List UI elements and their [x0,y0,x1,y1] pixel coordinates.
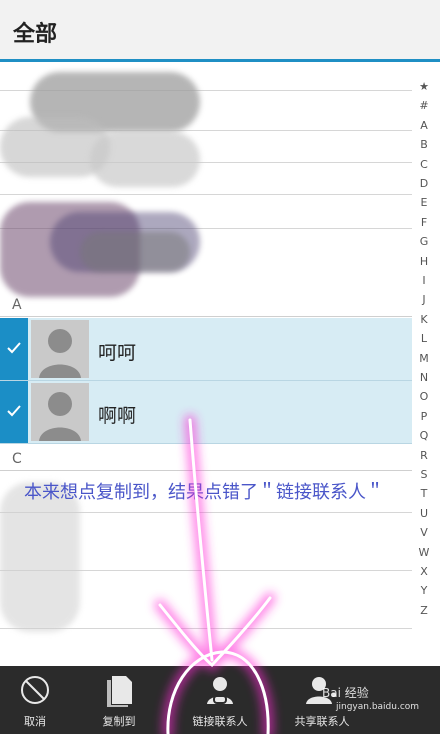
index-letter[interactable]: U [412,507,436,520]
index-letter[interactable]: K [412,313,436,326]
person-placeholder-icon [39,329,81,378]
copy-to-button[interactable]: 复制到 [84,666,154,734]
section-header-c: C [0,449,412,471]
index-letter[interactable]: R [412,449,436,462]
index-letter[interactable]: H [412,255,436,268]
section-letter: C [12,451,22,467]
index-letter[interactable]: ★ [412,80,436,93]
index-letter[interactable]: M [412,352,436,365]
index-letter[interactable]: V [412,526,436,539]
contact-name: 啊啊 [98,405,137,427]
annotation-text: 本来想点复制到，结果点错了＂链接联系人＂ [24,482,384,503]
index-letter[interactable]: C [412,158,436,171]
contact-name: 呵呵 [98,342,137,364]
section-letter: A [12,297,22,313]
avatar [31,383,89,441]
index-letter[interactable]: Q [412,429,436,442]
index-letter[interactable]: Y [412,584,436,597]
link-contact-label: 链接联系人 [192,715,248,728]
index-letter[interactable]: W [412,546,436,559]
index-letter[interactable]: O [412,390,436,403]
copy-to-label: 复制到 [102,715,136,728]
index-letter[interactable]: T [412,487,436,500]
cancel-label: 取消 [24,715,46,728]
bottom-toolbar: 取消 复制到 链接联系人 共享联系人 [0,666,440,734]
link-contact-button[interactable]: 链接联系人 [178,666,262,734]
contact-row[interactable]: 啊啊 [0,381,412,444]
checkbox-checked[interactable] [0,381,28,443]
check-icon [7,342,21,354]
index-letter[interactable]: # [412,99,436,112]
redaction-blob [90,132,200,187]
page-title: 全部 [13,22,58,47]
index-letter[interactable]: B [412,138,436,151]
watermark: Bai 经验 jingyan.baidu.com [322,684,419,712]
person-placeholder-icon [39,392,81,441]
index-letter[interactable]: D [412,177,436,190]
checkbox-checked[interactable] [0,318,28,380]
cancel-button[interactable]: 取消 [0,666,70,734]
index-letter[interactable]: A [412,119,436,132]
app-header: 全部 [0,0,440,62]
section-header-a: A [0,295,412,317]
index-letter[interactable]: G [412,235,436,248]
redaction-blob [80,232,190,272]
index-letter[interactable]: X [412,565,436,578]
contact-list[interactable]: A 呵呵 啊啊 C [0,62,412,666]
share-contact-label: 共享联系人 [294,715,350,728]
contact-row[interactable]: 呵呵 [0,318,412,381]
alphabet-index[interactable]: ★ # A B C D E F G H I J K L M N O P Q R S T U V W X Y Z [412,62,440,666]
watermark-brand: Bai 经验 [322,686,369,700]
index-letter[interactable]: L [412,332,436,345]
copy-icon [107,676,132,707]
index-letter[interactable]: E [412,196,436,209]
index-letter[interactable]: P [412,410,436,423]
index-letter[interactable]: I [412,274,436,287]
index-letter[interactable]: S [412,468,436,481]
index-letter[interactable]: Z [412,604,436,617]
check-icon [7,405,21,417]
index-letter[interactable]: N [412,371,436,384]
index-letter[interactable]: J [412,293,436,306]
index-letter[interactable]: F [412,216,436,229]
cancel-icon [21,676,49,704]
link-contact-icon [207,677,233,704]
avatar [31,320,89,378]
watermark-url: jingyan.baidu.com [336,702,420,712]
